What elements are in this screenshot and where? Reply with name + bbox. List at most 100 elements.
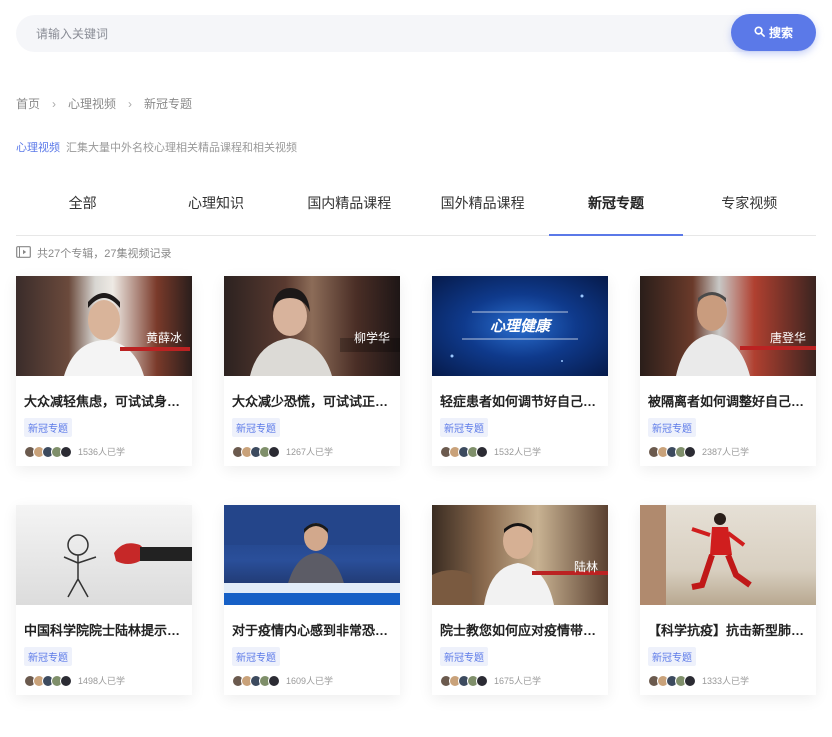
video-card[interactable]: 心理健康 轻症患者如何调节好自己的… 新冠专题 1532人已学: [432, 276, 608, 466]
search-bar: 搜索: [16, 14, 816, 52]
tab-label: 全部: [68, 195, 97, 211]
learned-count: 1609人已学: [286, 676, 334, 686]
video-card[interactable]: 中国科学院院士陆林提示：… 新冠专题 1498人已学: [16, 505, 192, 695]
card-meta: 1536人已学: [24, 445, 192, 458]
topic-tag: 新冠专题: [440, 647, 488, 666]
video-thumbnail: 陆林: [432, 505, 608, 605]
card-meta: 1532人已学: [440, 445, 608, 458]
section-title: 心理视频: [16, 142, 60, 154]
search-button-label: 搜索: [768, 26, 793, 40]
tab-foreign-courses[interactable]: 国外精品课程: [416, 182, 549, 235]
thumbnail-caption: 黄薛冰: [145, 331, 182, 345]
card-title: 大众减少恐慌，可试试正念…: [232, 394, 392, 409]
thumbnail-caption: 柳学华: [353, 331, 390, 345]
tab-psych-knowledge[interactable]: 心理知识: [149, 182, 282, 235]
thumbnail-caption: 唐登华: [769, 331, 806, 345]
person-figure: [64, 293, 190, 376]
avatar: [684, 445, 696, 458]
breadcrumb-current: 新冠专题: [144, 97, 193, 111]
video-card[interactable]: 黄薛冰 大众减轻焦虑，可试试身体… 新冠专题 1536人已学: [16, 276, 192, 466]
avatar: [684, 674, 696, 687]
tab-domestic-courses[interactable]: 国内精品课程: [283, 182, 416, 235]
breadcrumb-home[interactable]: 首页: [16, 95, 40, 112]
avatar: [476, 674, 488, 687]
video-card[interactable]: 柳学华 大众减少恐慌，可试试正念… 新冠专题 1267人已学: [224, 276, 400, 466]
thumbnail-caption: 心理健康: [489, 318, 550, 335]
card-meta: 1609人已学: [232, 674, 400, 687]
card-meta: 1333人已学: [648, 674, 816, 687]
avatar: [60, 445, 72, 458]
learner-avatars: [440, 445, 488, 458]
video-card[interactable]: 陆林 院士教您如何应对疫情带来… 新冠专题 1675人已学: [432, 505, 608, 695]
card-title: 【科学抗疫】抗击新型肺炎…: [648, 623, 808, 638]
thumbnail-caption: 陆林: [573, 560, 598, 574]
person-figure: [250, 288, 400, 376]
topic-tag: 新冠专题: [648, 647, 696, 666]
video-thumbnail: 心理健康: [432, 276, 608, 376]
card-meta: 1267人已学: [232, 445, 400, 458]
tab-label: 新冠专题: [587, 195, 644, 211]
avatar: [476, 445, 488, 458]
avatar: [268, 445, 280, 458]
tab-label: 国外精品课程: [440, 195, 525, 211]
video-card[interactable]: 唐登华 被隔离者如何调整好自己的… 新冠专题 2387人已学: [640, 276, 816, 466]
learner-avatars: [24, 674, 72, 687]
breadcrumb: 首页 › 心理视频 › 新冠专题: [16, 95, 192, 112]
person-figure: [432, 523, 608, 605]
learned-count: 1333人已学: [702, 676, 750, 686]
topic-tag: 新冠专题: [24, 647, 72, 666]
card-title: 轻症患者如何调节好自己的…: [440, 394, 600, 409]
video-thumbnail: 黄薛冰: [16, 276, 192, 376]
topic-tag: 新冠专题: [232, 418, 280, 437]
search-icon: [754, 25, 765, 40]
tab-label: 心理知识: [187, 195, 244, 211]
person-figure: [676, 292, 816, 376]
chevron-right-icon: ›: [128, 96, 133, 111]
category-tabs: 全部 心理知识 国内精品课程 国外精品课程 新冠专题 专家视频: [16, 182, 816, 236]
card-meta: 1675人已学: [440, 674, 608, 687]
tab-label: 专家视频: [721, 195, 778, 211]
video-thumbnail: [16, 505, 192, 605]
search-input[interactable]: [36, 15, 716, 52]
tab-all[interactable]: 全部: [16, 182, 149, 235]
breadcrumb-psych-videos[interactable]: 心理视频: [68, 95, 116, 112]
card-title: 被隔离者如何调整好自己的…: [648, 394, 808, 409]
video-thumbnail: 唐登华: [640, 276, 816, 376]
tab-expert-videos[interactable]: 专家视频: [683, 182, 816, 235]
search-button[interactable]: 搜索: [731, 14, 816, 51]
learned-count: 2387人已学: [702, 447, 750, 457]
learner-avatars: [648, 445, 696, 458]
learner-avatars: [648, 674, 696, 687]
card-meta: 1498人已学: [24, 674, 192, 687]
album-count: 共27个专辑，27集视频记录: [16, 245, 171, 261]
avatar: [268, 674, 280, 687]
video-thumbnail: [640, 505, 816, 605]
section-description: 汇集大量中外名校心理相关精品课程和相关视频: [66, 142, 297, 154]
press-conference-scene: [224, 505, 400, 605]
video-card[interactable]: 【科学抗疫】抗击新型肺炎… 新冠专题 1333人已学: [640, 505, 816, 695]
learned-count: 1675人已学: [494, 676, 542, 686]
learner-avatars: [440, 674, 488, 687]
learned-count: 1267人已学: [286, 447, 334, 457]
topic-tag: 新冠专题: [24, 418, 72, 437]
learned-count: 1536人已学: [78, 447, 126, 457]
card-title: 对于疫情内心感到非常恐惧…: [232, 623, 392, 638]
avatar: [60, 674, 72, 687]
topic-tag: 新冠专题: [440, 418, 488, 437]
person-figure: [640, 505, 752, 605]
tab-covid-topic[interactable]: 新冠专题: [549, 182, 683, 236]
learned-count: 1532人已学: [494, 447, 542, 457]
card-title: 中国科学院院士陆林提示：…: [24, 623, 184, 638]
video-thumbnail: 柳学华: [224, 276, 400, 376]
learner-avatars: [24, 445, 72, 458]
learned-count: 1498人已学: [78, 676, 126, 686]
album-count-text: 共27个专辑，27集视频记录: [37, 248, 172, 260]
video-card[interactable]: 对于疫情内心感到非常恐惧… 新冠专题 1609人已学: [224, 505, 400, 695]
topic-tag: 新冠专题: [232, 647, 280, 666]
card-title: 院士教您如何应对疫情带来…: [440, 623, 600, 638]
learner-avatars: [232, 445, 280, 458]
learner-avatars: [232, 674, 280, 687]
chevron-right-icon: ›: [52, 96, 57, 111]
video-thumbnail: [224, 505, 400, 605]
card-title: 大众减轻焦虑，可试试身体…: [24, 394, 184, 409]
